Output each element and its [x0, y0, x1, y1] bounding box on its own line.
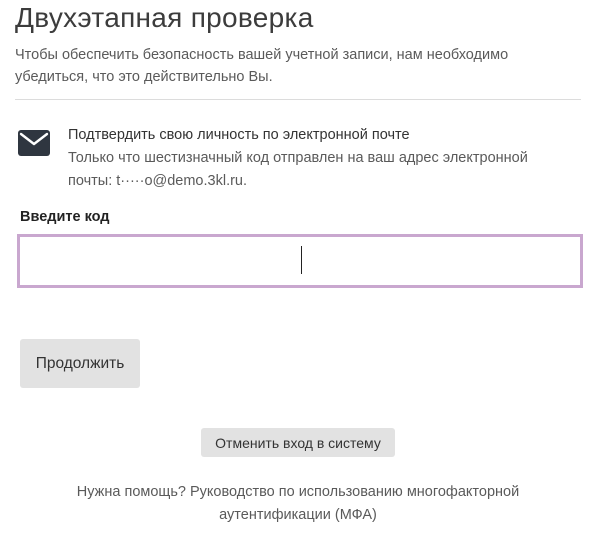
- verification-method: Подтвердить свою личность по электронной…: [18, 124, 578, 192]
- divider: [15, 99, 581, 100]
- method-text: Подтвердить свою личность по электронной…: [68, 124, 568, 193]
- continue-button[interactable]: Продолжить: [20, 339, 140, 388]
- text-caret: [301, 246, 302, 274]
- mfa-guide-link[interactable]: Руководство по использованию многофактор…: [190, 484, 519, 523]
- help-prefix: Нужна помощь?: [76, 484, 186, 500]
- code-input[interactable]: [17, 234, 583, 288]
- page-subtitle: Чтобы обеспечить безопасность вашей учет…: [15, 47, 509, 85]
- two-step-verification-page: Двухэтапная проверка Чтобы обеспечить бе…: [0, 0, 596, 545]
- cancel-login-button[interactable]: Отменить вход в систему: [201, 428, 395, 457]
- envelope-icon: [18, 130, 50, 156]
- help-text: Нужна помощь? Руководство по использован…: [40, 481, 556, 527]
- method-description: Только что шестизначный код отправлен на…: [68, 150, 528, 189]
- page-title: Двухэтапная проверка: [15, 2, 314, 33]
- code-label: Введите код: [20, 209, 110, 225]
- method-title: Подтвердить свою личность по электронной…: [68, 127, 410, 143]
